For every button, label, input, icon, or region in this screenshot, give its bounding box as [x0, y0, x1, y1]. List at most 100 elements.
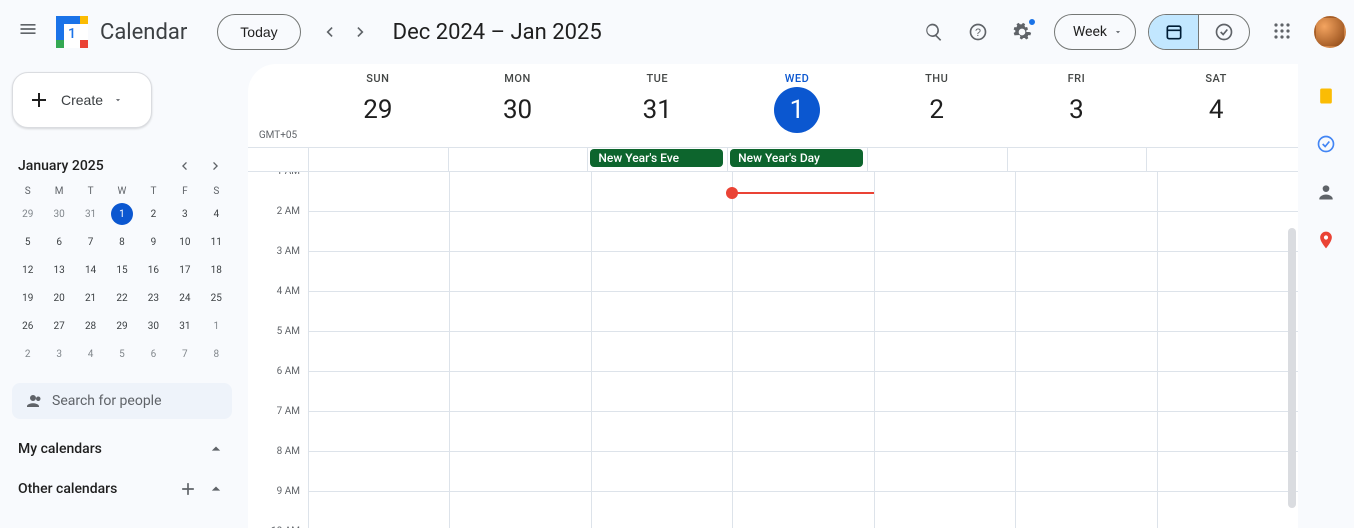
hour-cell[interactable]: [874, 452, 1015, 492]
hour-cell[interactable]: [874, 332, 1015, 372]
mini-day[interactable]: 3: [43, 341, 74, 367]
hour-cell[interactable]: [874, 292, 1015, 332]
mini-day[interactable]: 23: [138, 285, 169, 311]
hour-cell[interactable]: [1015, 212, 1156, 252]
mini-day[interactable]: 26: [12, 313, 43, 339]
mini-day[interactable]: 20: [43, 285, 74, 311]
hour-cell[interactable]: [1015, 172, 1156, 212]
hour-cell[interactable]: [449, 412, 590, 452]
hour-cell[interactable]: [1157, 492, 1298, 528]
mini-day[interactable]: 2: [12, 341, 43, 367]
allday-cell[interactable]: [1007, 148, 1147, 171]
mini-day[interactable]: 30: [138, 313, 169, 339]
hour-cell[interactable]: [1015, 292, 1156, 332]
hour-cell[interactable]: [1015, 332, 1156, 372]
hour-cell[interactable]: [1157, 372, 1298, 412]
mini-day[interactable]: 24: [169, 285, 200, 311]
hour-cell[interactable]: [732, 212, 873, 252]
view-selector[interactable]: Week: [1054, 14, 1136, 50]
mini-day[interactable]: 22: [106, 285, 137, 311]
hour-cell[interactable]: [591, 372, 732, 412]
hour-cell[interactable]: [591, 212, 732, 252]
hour-cell[interactable]: [732, 292, 873, 332]
hour-cell[interactable]: [1015, 372, 1156, 412]
mini-day[interactable]: 15: [106, 257, 137, 283]
mini-day[interactable]: 21: [75, 285, 106, 311]
mini-day[interactable]: 9: [138, 229, 169, 255]
allday-cell[interactable]: [1146, 148, 1286, 171]
mini-day[interactable]: 7: [169, 341, 200, 367]
hour-cell[interactable]: [591, 252, 732, 292]
hour-cell[interactable]: [732, 332, 873, 372]
hour-cell[interactable]: [308, 452, 449, 492]
keep-app[interactable]: [1306, 76, 1346, 116]
mini-day[interactable]: 25: [201, 285, 232, 311]
hour-cell[interactable]: [591, 172, 732, 212]
day-header-number[interactable]: 29: [355, 87, 401, 133]
scrollbar[interactable]: [1288, 228, 1296, 508]
hour-cell[interactable]: [591, 492, 732, 528]
hour-cell[interactable]: [874, 372, 1015, 412]
mini-day[interactable]: 6: [43, 229, 74, 255]
mini-day[interactable]: 8: [201, 341, 232, 367]
mini-day[interactable]: 11: [201, 229, 232, 255]
hour-cell[interactable]: [1157, 452, 1298, 492]
hour-cell[interactable]: [1015, 452, 1156, 492]
contacts-app[interactable]: [1306, 172, 1346, 212]
hour-cell[interactable]: [449, 172, 590, 212]
hour-cell[interactable]: [732, 452, 873, 492]
hour-cell[interactable]: [591, 332, 732, 372]
create-button[interactable]: Create: [12, 72, 152, 128]
day-header-number[interactable]: 4: [1193, 87, 1239, 133]
hour-cell[interactable]: [308, 332, 449, 372]
hour-cell[interactable]: [1157, 172, 1298, 212]
hour-cell[interactable]: [732, 412, 873, 452]
hour-cell[interactable]: [874, 492, 1015, 528]
mini-day[interactable]: 13: [43, 257, 74, 283]
search-button[interactable]: [914, 12, 954, 52]
mini-day[interactable]: 6: [138, 341, 169, 367]
allday-cell[interactable]: New Year's Day: [727, 148, 867, 171]
mini-day[interactable]: 4: [75, 341, 106, 367]
today-button[interactable]: Today: [217, 14, 300, 50]
tasks-view-toggle[interactable]: [1199, 15, 1249, 49]
hour-cell[interactable]: [1157, 212, 1298, 252]
hour-cell[interactable]: [449, 212, 590, 252]
mini-day[interactable]: 7: [75, 229, 106, 255]
hour-cell[interactable]: [1157, 252, 1298, 292]
mini-day[interactable]: 14: [75, 257, 106, 283]
hour-cell[interactable]: [449, 292, 590, 332]
main-menu-button[interactable]: [8, 12, 48, 52]
mini-day[interactable]: 1: [201, 313, 232, 339]
hour-cell[interactable]: [1015, 252, 1156, 292]
allday-cell[interactable]: [308, 148, 448, 171]
mini-day[interactable]: 5: [106, 341, 137, 367]
hour-cell[interactable]: [449, 252, 590, 292]
hour-cell[interactable]: [732, 252, 873, 292]
allday-cell[interactable]: New Year's Eve: [587, 148, 727, 171]
hour-cell[interactable]: [308, 172, 449, 212]
mini-day[interactable]: 19: [12, 285, 43, 311]
prev-week-button[interactable]: [313, 16, 345, 48]
hour-cell[interactable]: [308, 492, 449, 528]
google-apps-button[interactable]: [1262, 12, 1302, 52]
mini-prev-month[interactable]: [172, 154, 196, 178]
hour-cell[interactable]: [591, 452, 732, 492]
maps-app[interactable]: [1306, 220, 1346, 260]
calendar-view-toggle[interactable]: [1149, 15, 1199, 49]
hour-cell[interactable]: [308, 292, 449, 332]
mini-day[interactable]: 28: [75, 313, 106, 339]
mini-day[interactable]: 4: [201, 201, 232, 227]
mini-day[interactable]: 31: [75, 201, 106, 227]
hour-cell[interactable]: [1157, 412, 1298, 452]
hour-cell[interactable]: [308, 412, 449, 452]
hour-cell[interactable]: [732, 372, 873, 412]
my-calendars-section[interactable]: My calendars: [12, 427, 232, 459]
hour-cell[interactable]: [449, 332, 590, 372]
hour-cell[interactable]: [308, 212, 449, 252]
hour-cell[interactable]: [1015, 492, 1156, 528]
mini-day[interactable]: 8: [106, 229, 137, 255]
day-header-number[interactable]: 1: [774, 87, 820, 133]
settings-button[interactable]: [1002, 12, 1042, 52]
day-header-number[interactable]: 31: [634, 87, 680, 133]
